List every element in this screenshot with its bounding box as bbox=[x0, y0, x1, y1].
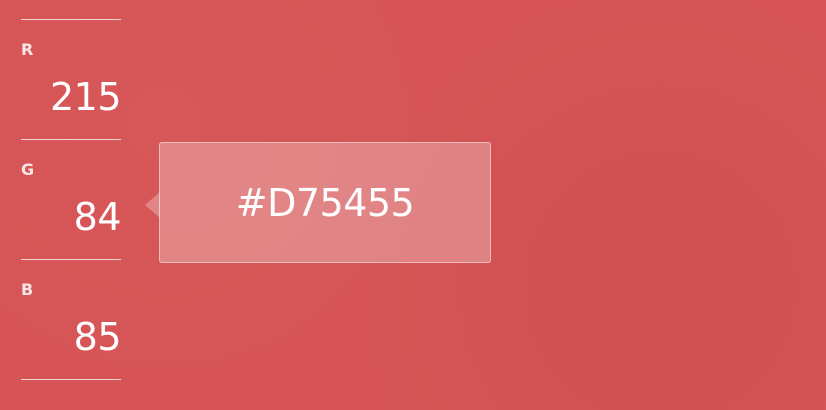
channel-green: G 84 bbox=[21, 140, 122, 259]
channel-label-r: R bbox=[21, 40, 34, 59]
hex-tooltip[interactable]: #D75455 bbox=[145, 142, 491, 263]
channel-value-g: 84 bbox=[73, 195, 122, 239]
channel-red: R 215 bbox=[21, 20, 122, 139]
tooltip-arrow bbox=[145, 192, 160, 218]
rgb-values-panel: R 215 G 84 B 85 bbox=[21, 19, 122, 380]
channel-value-r: 215 bbox=[49, 75, 122, 119]
channel-blue: B 85 bbox=[21, 260, 122, 379]
channel-label-b: B bbox=[21, 280, 34, 299]
channel-value-b: 85 bbox=[73, 315, 122, 359]
channel-label-g: G bbox=[21, 160, 35, 179]
divider-bottom bbox=[21, 379, 121, 380]
hex-color-value[interactable]: #D75455 bbox=[236, 184, 415, 222]
